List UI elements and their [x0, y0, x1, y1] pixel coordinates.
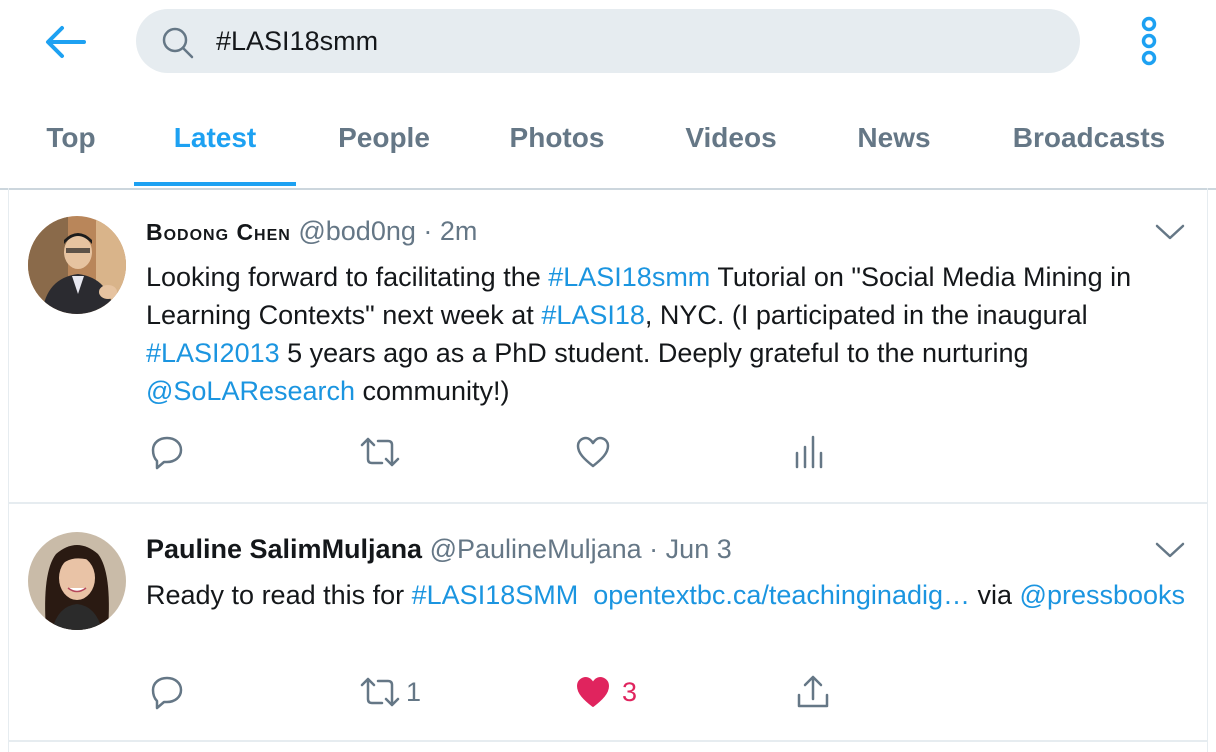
avatar[interactable] [28, 532, 126, 630]
tweet-header: Pauline SalimMuljana @PaulineMuljana · J… [146, 534, 732, 565]
like-count: 3 [622, 676, 638, 707]
analytics-button[interactable] [788, 432, 826, 472]
analytics-icon [795, 435, 823, 469]
share-button[interactable] [794, 672, 832, 712]
retweet-count: 1 [406, 676, 422, 707]
search-tabs: Top Latest People Photos Videos News Bro… [0, 96, 1216, 190]
back-button[interactable] [40, 20, 90, 64]
tweet-menu-button[interactable] [1154, 534, 1186, 566]
tab-latest[interactable]: Latest [134, 96, 296, 186]
tab-videos[interactable]: Videos [666, 96, 796, 186]
avatar-photo-icon [28, 216, 126, 314]
reply-button[interactable] [148, 672, 190, 712]
like-icon [576, 436, 610, 468]
hashtag-link[interactable]: #LASI18SMM [412, 580, 579, 610]
text-segment: community!) [355, 376, 510, 406]
more-options-button[interactable] [1132, 14, 1166, 68]
tweet-header: Bodong Chen @bod0ng · 2m [146, 216, 477, 247]
tweet-timestamp[interactable]: 2m [440, 216, 478, 246]
reply-icon [151, 676, 183, 710]
url-link[interactable]: opentextbc.ca/teachinginadig… [593, 580, 970, 610]
search-box[interactable] [136, 9, 1080, 73]
tab-news[interactable]: News [840, 96, 948, 186]
tweet-item[interactable]: Pauline SalimMuljana @PaulineMuljana · J… [8, 504, 1208, 740]
avatar[interactable] [28, 216, 126, 314]
tab-photos[interactable]: Photos [490, 96, 624, 186]
tab-top[interactable]: Top [34, 96, 108, 186]
chevron-down-icon [1155, 224, 1185, 240]
user-handle[interactable]: @PaulineMuljana [430, 534, 642, 564]
retweet-icon [360, 677, 400, 707]
tweet-menu-button[interactable] [1154, 216, 1186, 248]
tweet-item[interactable]: Bodong Chen @bod0ng · 2m Looking forward… [8, 190, 1208, 502]
text-segment: 5 years ago as a PhD student. Deeply gra… [279, 338, 1029, 368]
hashtag-link[interactable]: #LASI2013 [146, 338, 280, 368]
tab-broadcasts[interactable]: Broadcasts [994, 96, 1184, 186]
like-button[interactable] [574, 432, 616, 472]
like-icon [577, 677, 609, 707]
retweet-button[interactable] [358, 432, 406, 472]
text-segment: , NYC. (I participated in the inaugural [644, 300, 1088, 330]
tab-people[interactable]: People [320, 96, 448, 186]
display-name[interactable]: Bodong Chen [146, 219, 291, 245]
text-segment [578, 580, 593, 610]
hashtag-link[interactable]: #LASI18 [541, 300, 645, 330]
text-segment: via [970, 580, 1020, 610]
text-segment: Looking forward to facilitating the [146, 262, 549, 292]
tweet-divider [8, 740, 1208, 742]
tweet-text: Looking forward to facilitating the #LAS… [146, 258, 1186, 410]
hashtag-link[interactable]: #LASI18smm [548, 262, 710, 292]
search-icon [162, 27, 194, 59]
reply-icon [151, 436, 183, 470]
like-button[interactable]: 3 [574, 672, 637, 712]
mention-link[interactable]: @SoLAResearch [146, 376, 355, 406]
mention-link[interactable]: @pressbooks [1020, 580, 1185, 610]
text-segment: Ready to read this for [146, 580, 412, 610]
tweet-timestamp[interactable]: Jun 3 [666, 534, 732, 564]
retweet-button[interactable]: 1 [358, 672, 421, 712]
tweet-text: Ready to read this for #LASI18SMM opente… [146, 576, 1186, 614]
user-handle[interactable]: @bod0ng [298, 216, 416, 246]
top-bar [0, 0, 1216, 84]
more-vertical-icon [1141, 16, 1157, 66]
reply-button[interactable] [148, 432, 190, 472]
search-input[interactable] [216, 9, 1036, 73]
retweet-icon [360, 437, 400, 467]
separator-dot: · [423, 216, 433, 246]
chevron-down-icon [1155, 542, 1185, 558]
separator-dot: · [649, 534, 659, 564]
avatar-photo-icon [28, 532, 126, 630]
back-arrow-icon [46, 26, 86, 58]
display-name[interactable]: Pauline SalimMuljana [146, 534, 422, 564]
share-icon [797, 675, 829, 708]
